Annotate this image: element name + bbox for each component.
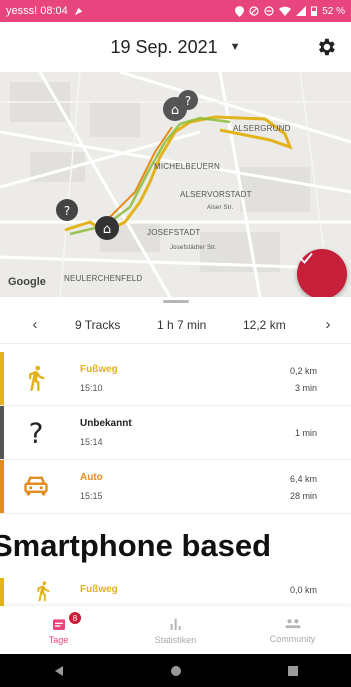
map-label-street2: Josefstädter Str. [170, 245, 217, 251]
mute-icon [249, 6, 259, 16]
tab-community[interactable]: Community [234, 606, 351, 654]
question-mark-icon: ? [29, 418, 44, 446]
walking-icon [29, 365, 45, 391]
svg-text:?: ? [185, 94, 191, 108]
calendar-icon [52, 618, 65, 630]
item-mode: Fußweg [80, 364, 118, 375]
back-icon[interactable] [53, 665, 65, 677]
svg-text:⌂: ⌂ [171, 103, 179, 118]
item-distance: 0,0 km [289, 585, 317, 595]
bar-chart-icon [170, 618, 181, 630]
list-item[interactable]: Fußweg 0,0 km [0, 578, 351, 606]
item-mode: Auto [80, 472, 103, 483]
map-label-michelbeuern: MICHELBEUERN [154, 162, 220, 171]
carrier-time: yesss! 08:04 [6, 5, 68, 17]
date-selector[interactable]: 19 Sep. 2021 ▼ [111, 37, 241, 58]
mode-color-bar [0, 406, 4, 459]
confirm-button[interactable] [297, 249, 347, 297]
caption-text: Smartphone based [0, 528, 272, 563]
system-navigation-bar [0, 654, 351, 687]
status-bar: yesss! 08:04 52 % [0, 0, 351, 22]
item-duration: 3 min [294, 383, 317, 393]
bottom-navigation: 8 Tage Statistiken Community [0, 606, 351, 654]
track-map[interactable]: ⌂ ? ? ⌂ ALSERGRUND MICHELBEUERN ALSERVOR… [0, 72, 351, 297]
drag-handle[interactable] [163, 300, 189, 303]
item-distance: 6,4 km [289, 474, 317, 484]
tab-community-label: Community [269, 633, 316, 644]
mode-color-bar [0, 460, 4, 513]
item-time: 15:15 [80, 491, 103, 501]
people-icon [284, 618, 301, 628]
total-distance: 12,2 km [243, 318, 286, 332]
car-icon [24, 476, 48, 496]
sync-icon [74, 7, 82, 15]
total-duration: 1 h 7 min [157, 318, 207, 332]
list-item[interactable]: ? Unbekannt 15:14 1 min [0, 406, 351, 460]
home-icon[interactable] [170, 665, 182, 677]
location-icon [235, 5, 245, 17]
battery-level: 52 % [322, 5, 345, 17]
item-distance: 0,2 km [289, 366, 317, 376]
google-logo: Google [8, 276, 46, 288]
map-label-neulerchenfeld: NEULERCHENFELD [64, 274, 143, 283]
checkmark-icon [299, 252, 313, 264]
item-time: 15:14 [80, 437, 103, 447]
item-mode: Unbekannt [80, 418, 132, 429]
dropdown-caret-icon: ▼ [229, 41, 241, 53]
item-duration: 1 min [294, 428, 317, 438]
next-day-button[interactable]: › [313, 316, 343, 333]
notification-badge: 8 [69, 612, 81, 624]
date-label: 19 Sep. 2021 [110, 36, 218, 57]
svg-text:?: ? [64, 204, 70, 218]
previous-day-button[interactable]: ‹ [20, 316, 50, 333]
dnd-icon [264, 6, 274, 16]
map-label-street1: Alser Str. [207, 205, 234, 211]
tab-tage[interactable]: 8 Tage [0, 606, 117, 654]
caption-banner: Smartphone based [0, 520, 351, 572]
gear-icon[interactable] [315, 36, 337, 58]
item-time: 15:10 [80, 383, 103, 393]
tab-statistiken[interactable]: Statistiken [117, 606, 234, 654]
mode-color-bar [0, 578, 4, 606]
map-label-alsergrund: ALSERGRUND [233, 124, 291, 133]
list-item[interactable]: Fußweg 15:10 0,2 km 3 min [0, 352, 351, 406]
svg-text:?: ? [29, 418, 44, 446]
recents-icon[interactable] [287, 665, 299, 677]
svg-text:⌂: ⌂ [103, 222, 111, 237]
walking-icon [37, 581, 50, 602]
mode-color-bar [0, 352, 4, 405]
signal-icon [296, 6, 307, 16]
battery-icon [311, 6, 318, 16]
tab-tage-label: Tage [48, 634, 69, 645]
map-label-josefstadt: JOSEFSTADT [147, 228, 201, 237]
tab-statistiken-label: Statistiken [154, 634, 197, 645]
item-mode: Fußweg [80, 584, 118, 595]
item-duration: 28 min [289, 491, 317, 501]
day-summary: ‹ 9 Tracks 1 h 7 min 12,2 km › [0, 306, 351, 344]
list-item[interactable]: Auto 15:15 6,4 km 28 min [0, 460, 351, 514]
track-count: 9 Tracks [75, 318, 121, 332]
map-label-alservorstadt: ALSERVORSTADT [180, 190, 252, 199]
wifi-icon [279, 6, 292, 16]
header: 19 Sep. 2021 ▼ [0, 22, 351, 72]
